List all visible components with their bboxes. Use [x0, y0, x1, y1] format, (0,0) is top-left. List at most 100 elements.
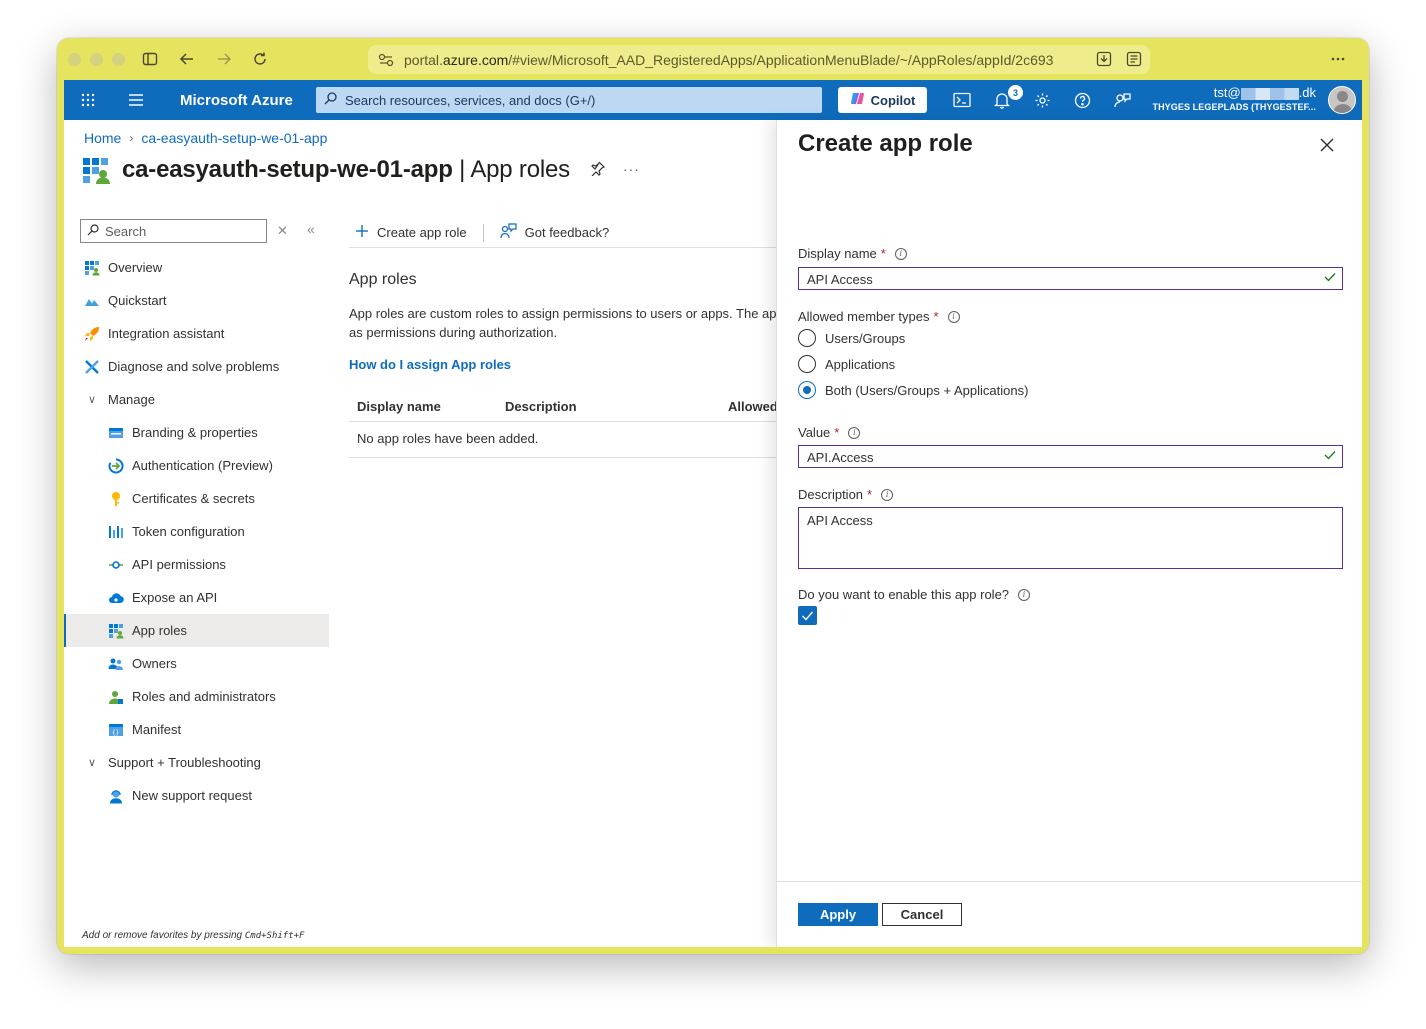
notification-count-badge: 3 [1008, 85, 1023, 100]
branding-icon [108, 425, 124, 441]
column-allowed[interactable]: Allowed [728, 399, 778, 414]
apply-button[interactable]: Apply [798, 903, 878, 926]
sidebar-item-app-roles[interactable]: App roles [64, 614, 329, 647]
sidebar-item-integration-assistant[interactable]: Integration assistant [64, 317, 329, 350]
authentication-icon [108, 458, 124, 474]
description-textarea[interactable]: API Access [798, 507, 1343, 569]
display-name-field[interactable]: API Access [798, 267, 1343, 290]
assign-app-roles-link[interactable]: How do I assign App roles [349, 357, 511, 372]
column-description[interactable]: Description [505, 399, 577, 414]
sidebar-item-api-permissions[interactable]: API permissions [64, 548, 329, 581]
site-settings-icon[interactable] [378, 53, 394, 67]
info-icon[interactable]: i [947, 310, 960, 323]
owners-icon [108, 656, 124, 672]
api-permissions-icon [108, 557, 124, 573]
enable-role-checkbox[interactable] [798, 606, 817, 625]
cloud-api-icon [108, 590, 124, 606]
url-text: portal.azure.com/#view/Microsoft_AAD_Reg… [404, 51, 1054, 68]
clear-search-icon[interactable]: ✕ [277, 223, 288, 239]
sidebar-item-token-configuration[interactable]: Token configuration [64, 515, 329, 548]
radio-both[interactable]: Both (Users/Groups + Applications) [798, 381, 1028, 399]
portal-brand[interactable]: Microsoft Azure [180, 92, 293, 109]
panel-footer: Apply Cancel [777, 881, 1362, 947]
valid-check-icon [1324, 271, 1336, 286]
more-options-icon[interactable] [1327, 48, 1349, 70]
account-info[interactable]: tst@ .dk THYGES LEGEPLADS (THYGESTEF... [1152, 85, 1316, 112]
menu-search-placeholder: Search [105, 223, 147, 239]
breadcrumb-app[interactable]: ca-easyauth-setup-we-01-app [141, 130, 327, 146]
info-icon[interactable]: i [881, 488, 894, 501]
support-agent-icon [108, 788, 124, 804]
help-icon[interactable] [1070, 88, 1094, 112]
reload-icon[interactable] [249, 48, 271, 70]
radio-users-groups[interactable]: Users/Groups [798, 329, 905, 347]
close-icon[interactable] [1318, 136, 1336, 154]
radio-circle[interactable] [798, 355, 816, 373]
radio-applications[interactable]: Applications [798, 355, 895, 373]
more-actions-icon[interactable]: ··· [623, 161, 640, 179]
sidebar-group-support[interactable]: ∨ Support + Troubleshooting [64, 746, 329, 779]
value-field[interactable]: API.Access [798, 445, 1343, 468]
portal-menu-icon[interactable] [124, 88, 148, 112]
avatar[interactable] [1328, 86, 1356, 114]
radio-circle[interactable] [798, 329, 816, 347]
got-feedback-button[interactable]: Got feedback? [494, 223, 616, 242]
search-icon [87, 223, 99, 239]
copilot-icon [850, 91, 865, 109]
sidebar-item-roles-administrators[interactable]: Roles and administrators [64, 680, 329, 713]
column-display-name[interactable]: Display name [357, 399, 441, 414]
download-icon[interactable] [1096, 51, 1112, 67]
zoom-window-button[interactable] [112, 53, 125, 66]
sidebar-item-branding[interactable]: Branding & properties [64, 416, 329, 449]
sidebar-item-owners[interactable]: Owners [64, 647, 329, 680]
create-app-role-button[interactable]: Create app role [349, 224, 473, 241]
quickstart-icon [84, 293, 100, 309]
key-icon [108, 491, 124, 507]
global-search-input[interactable]: Search resources, services, and docs (G+… [316, 87, 822, 113]
sidebar-item-quickstart[interactable]: Quickstart [64, 284, 329, 317]
sidebar-item-authentication[interactable]: Authentication (Preview) [64, 449, 329, 482]
chevron-down-icon: ∨ [87, 394, 97, 406]
collapse-menu-icon[interactable]: « [307, 221, 315, 237]
portal-viewport: Microsoft Azure Search resources, servic… [64, 80, 1362, 947]
display-name-label: Display name * i [798, 246, 907, 261]
sidebar-item-manifest[interactable]: {} Manifest [64, 713, 329, 746]
valid-check-icon [1324, 449, 1336, 464]
app-launcher-icon[interactable] [76, 88, 100, 112]
page-title: ca-easyauth-setup-we-01-app | App roles [122, 156, 570, 183]
cancel-button[interactable]: Cancel [882, 903, 962, 926]
sidebar-toggle-icon[interactable] [139, 48, 161, 70]
back-arrow-icon[interactable] [176, 48, 198, 70]
info-icon[interactable]: i [848, 426, 861, 439]
copilot-button[interactable]: Copilot [838, 87, 927, 113]
forward-arrow-icon[interactable] [213, 48, 235, 70]
sidebar-item-new-support-request[interactable]: New support request [64, 779, 329, 812]
app-roles-icon [108, 623, 124, 639]
breadcrumb: Home › ca-easyauth-setup-we-01-app [84, 130, 327, 146]
minimize-window-button[interactable] [90, 53, 103, 66]
close-window-button[interactable] [68, 53, 81, 66]
reader-icon[interactable] [1126, 51, 1142, 67]
rocket-icon [84, 326, 100, 342]
wrench-icon [84, 359, 100, 375]
info-icon[interactable]: i [1018, 588, 1031, 601]
cloud-shell-icon[interactable] [950, 88, 974, 112]
sidebar-item-diagnose[interactable]: Diagnose and solve problems [64, 350, 329, 383]
address-bar[interactable]: portal.azure.com/#view/Microsoft_AAD_Reg… [368, 45, 1150, 74]
settings-gear-icon[interactable] [1030, 88, 1054, 112]
copilot-label: Copilot [870, 92, 916, 108]
menu-search-input[interactable]: Search [80, 219, 267, 243]
panel-title: Create app role [798, 130, 973, 157]
sidebar-item-certificates[interactable]: Certificates & secrets [64, 482, 329, 515]
page-header: ca-easyauth-setup-we-01-app | App roles … [82, 155, 640, 185]
chevron-down-icon: ∨ [87, 757, 97, 769]
feedback-icon[interactable] [1110, 88, 1134, 112]
radio-circle-selected[interactable] [798, 381, 816, 399]
sidebar-item-expose-api[interactable]: Expose an API [64, 581, 329, 614]
sidebar-group-manage[interactable]: ∨ Manage [64, 383, 329, 416]
plus-icon [355, 224, 369, 241]
breadcrumb-home[interactable]: Home [84, 130, 121, 146]
pin-icon[interactable] [590, 161, 605, 179]
sidebar-item-overview[interactable]: Overview [64, 251, 329, 284]
info-icon[interactable]: i [894, 247, 907, 260]
